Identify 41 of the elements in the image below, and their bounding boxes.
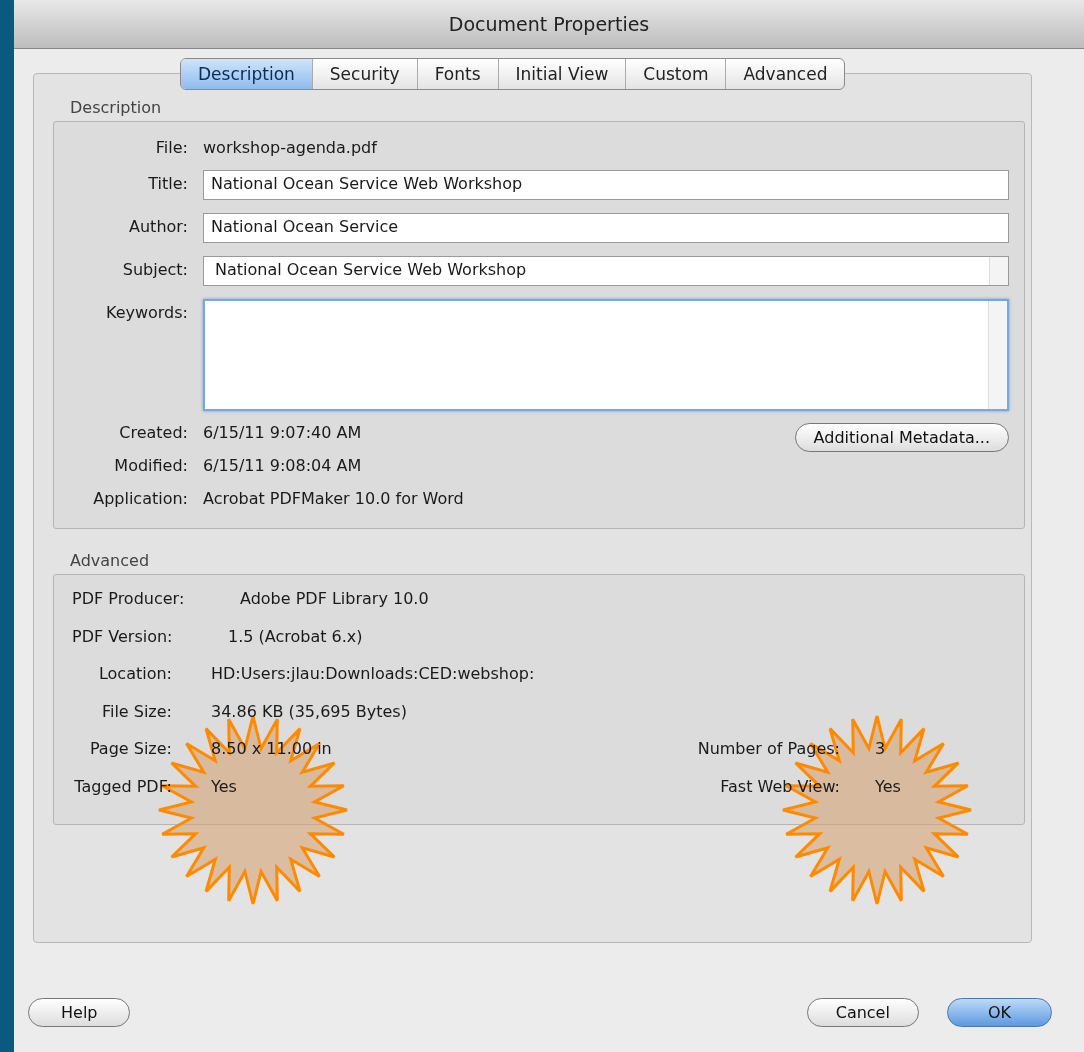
field-label: PDF Producer: (71, 589, 186, 608)
tab[interactable]: Initial View (497, 59, 626, 89)
field-label: Page Size: (88, 739, 172, 758)
dialog-button[interactable]: Cancel (806, 997, 919, 1027)
field-value: 34.86 KB (35,695 Bytes) (211, 701, 407, 721)
field-label: Keywords: (104, 302, 188, 322)
additional-metadata-button[interactable]: Additional Metadata... (794, 423, 1009, 452)
field-label: Title: (147, 173, 188, 193)
field-value: 1.5 (Acrobat 6.x) (228, 626, 363, 646)
text-field[interactable]: National Ocean Service Web Workshop (203, 256, 1009, 286)
text-field[interactable]: National Ocean Service (203, 213, 1009, 243)
text-field[interactable]: National Ocean Service Web Workshop (203, 170, 1009, 200)
field-value: Yes (211, 776, 237, 796)
keywords-field[interactable] (203, 299, 1009, 411)
tab[interactable]: Description (181, 59, 312, 89)
dialog-button[interactable]: Help (28, 997, 131, 1027)
dialog-button[interactable]: OK (946, 997, 1052, 1027)
field-label: Modified: (113, 456, 188, 475)
field-label: Tagged PDF: (73, 776, 172, 796)
field-value: 3 (875, 739, 887, 758)
field-label: Author: (128, 216, 188, 236)
tab[interactable]: Security (311, 59, 417, 89)
field-value: HD:Users:jlau:Downloads:CED:webshop: (211, 664, 535, 683)
field-value: Adobe PDF Library 10.0 (240, 589, 429, 608)
field-label: File Size: (100, 701, 172, 721)
field-label: Created: (118, 423, 188, 442)
field-value: 6/15/11 9:07:40 AM (203, 423, 363, 442)
section-heading: Description (69, 97, 163, 119)
field-label: PDF Version: (71, 626, 174, 646)
tab[interactable]: Fonts (416, 59, 498, 89)
window-title: Document Properties (448, 13, 650, 35)
field-value: Yes (875, 776, 902, 796)
section-heading: Advanced (69, 550, 151, 572)
file-name: workshop-agenda.pdf (203, 137, 379, 157)
field-value: Acrobat PDFMaker 10.0 for Word (203, 489, 464, 508)
tab[interactable]: Custom (625, 59, 726, 89)
field-value: 6/15/11 9:08:04 AM (203, 456, 363, 475)
field-label: Subject: (121, 259, 188, 279)
field-label: Application: (92, 489, 188, 508)
field-label: Location: (97, 664, 172, 683)
field-label: File: (154, 137, 188, 157)
